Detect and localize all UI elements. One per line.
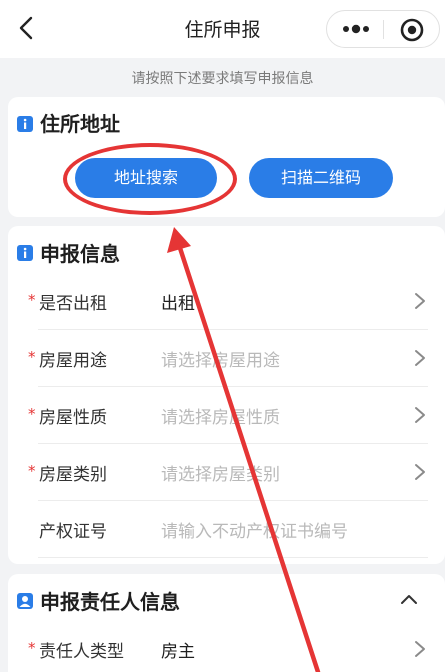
capsule-divider: [383, 20, 384, 39]
form-hint: 请按照下述要求填写申报信息: [131, 71, 314, 87]
chevron-right-icon: [415, 407, 425, 423]
section-title-responsible: 申报责任人信息: [40, 590, 180, 614]
row-label: 责任人类型: [39, 642, 124, 662]
declaration-card: 申报信息 * 是否出租 出租 * 房屋用途 请选择房屋用途 * 房屋性质 请选择…: [8, 226, 445, 564]
row-divider: [38, 557, 428, 558]
circle-close-icon[interactable]: [400, 18, 424, 42]
chevron-right-icon: [415, 293, 425, 309]
row-rental-status[interactable]: * 是否出租 出租: [28, 273, 428, 330]
row-house-nature[interactable]: * 房屋性质 请选择房屋性质: [28, 387, 428, 444]
required-mark: *: [28, 405, 36, 423]
property-cert-input[interactable]: 请输入不动产权证书编号: [161, 517, 348, 542]
annotation-circle: [63, 143, 237, 215]
person-icon: [17, 593, 33, 609]
row-label: 房屋类别: [39, 465, 107, 485]
row-value: 房主: [161, 642, 195, 662]
row-property-cert-number[interactable]: 产权证号 请输入不动产权证书编号: [28, 501, 428, 558]
scan-qrcode-button[interactable]: 扫描二维码: [249, 158, 393, 198]
more-dots-icon[interactable]: [341, 22, 371, 36]
row-house-usage[interactable]: * 房屋用途 请选择房屋用途: [28, 330, 428, 387]
chevron-up-icon[interactable]: [398, 591, 420, 607]
row-label: 房屋性质: [39, 408, 107, 428]
row-placeholder: 请选择房屋性质: [161, 408, 280, 428]
row-placeholder: 请选择房屋类别: [161, 465, 280, 485]
responsible-card: 申报责任人信息 * 责任人类型 房主: [8, 574, 445, 672]
row-responsible-type[interactable]: * 责任人类型 房主: [28, 621, 428, 672]
mini-program-capsule: [326, 10, 440, 48]
info-icon: [17, 245, 33, 261]
chevron-right-icon: [415, 464, 425, 480]
row-label: 是否出租: [39, 294, 107, 314]
row-label: 房屋用途: [39, 351, 107, 371]
required-mark: *: [28, 639, 36, 657]
info-icon: [17, 116, 33, 132]
required-mark: *: [28, 291, 36, 309]
required-mark: *: [28, 462, 36, 480]
address-card: 住所地址 地址搜索 扫描二维码: [8, 97, 445, 217]
nav-bar: 住所申报: [0, 0, 445, 58]
row-label: 产权证号: [39, 522, 107, 542]
section-title-address: 住所地址: [40, 112, 120, 136]
required-mark: *: [28, 348, 36, 366]
row-value: 出租: [161, 294, 195, 314]
row-placeholder: 请选择房屋用途: [161, 351, 280, 371]
chevron-right-icon: [415, 641, 425, 657]
row-house-category[interactable]: * 房屋类别 请选择房屋类别: [28, 444, 428, 501]
chevron-right-icon: [415, 350, 425, 366]
section-title-declaration: 申报信息: [40, 242, 120, 266]
